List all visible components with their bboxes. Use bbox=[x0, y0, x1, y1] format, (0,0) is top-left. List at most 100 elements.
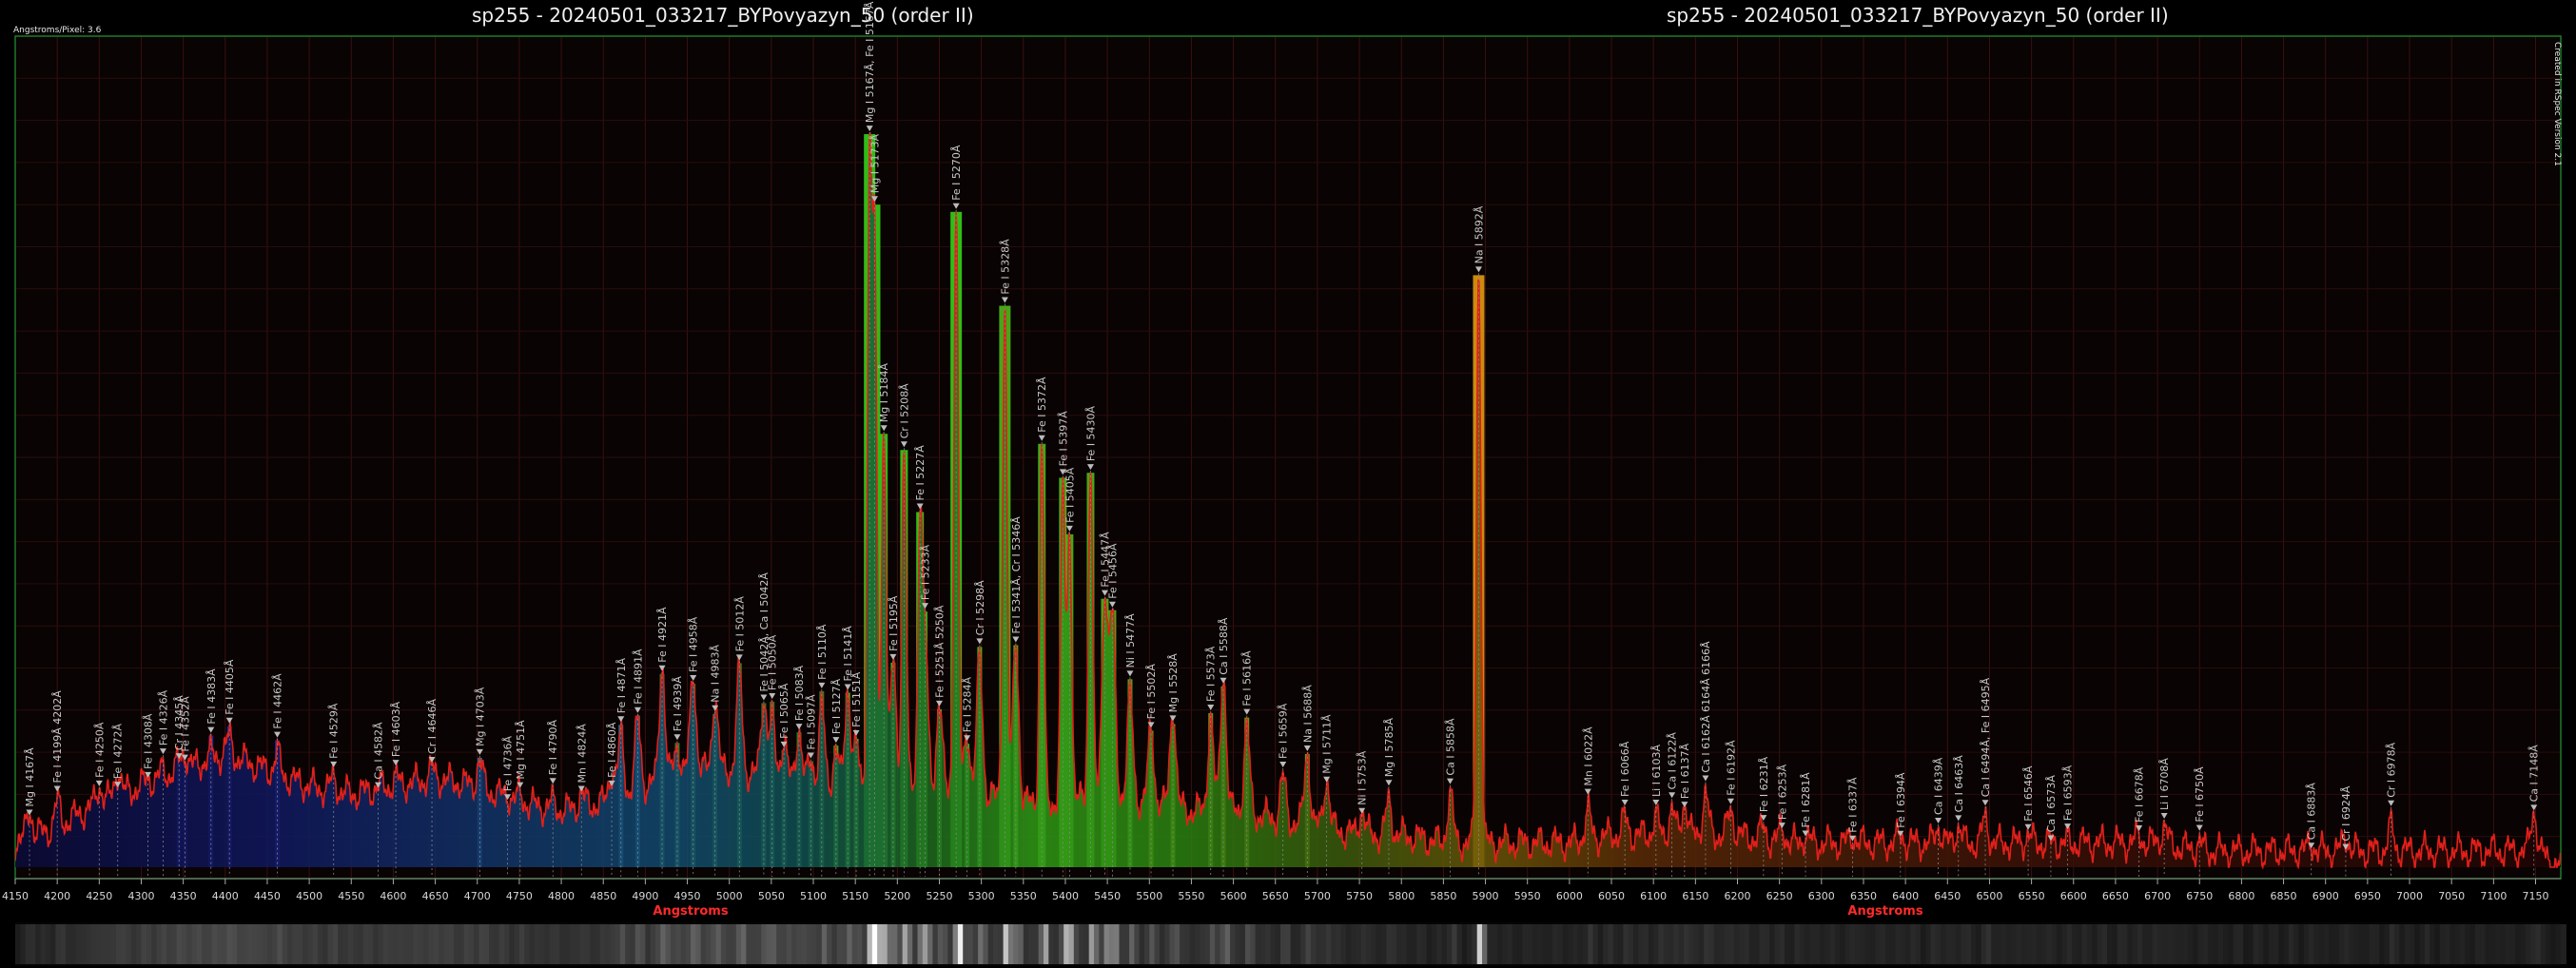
strip-segment bbox=[1789, 924, 1796, 964]
strip-segment bbox=[680, 924, 687, 964]
strip-segment bbox=[1154, 924, 1161, 964]
strip-segment bbox=[45, 924, 51, 964]
strip-segment bbox=[1376, 924, 1382, 964]
strip-segment bbox=[454, 924, 459, 964]
strip-segment bbox=[2213, 924, 2219, 964]
strip-segment bbox=[2121, 924, 2128, 964]
strip-segment bbox=[1880, 924, 1886, 964]
strip-segment bbox=[246, 924, 253, 964]
strip-segment bbox=[1496, 924, 1503, 964]
strip-segment bbox=[741, 924, 747, 964]
strip-segment bbox=[726, 924, 732, 964]
spectral-line-label: Fe I 6281Å bbox=[1800, 772, 1812, 828]
strip-segment bbox=[877, 924, 884, 964]
x-tick-label: 5950 bbox=[1514, 890, 1541, 902]
strip-segment bbox=[2016, 924, 2022, 964]
spectral-line-label: Fe I 4352Å bbox=[179, 696, 191, 752]
strip-segment bbox=[1965, 924, 1972, 964]
strip-segment bbox=[2445, 924, 2451, 964]
x-tick-label: 4350 bbox=[170, 890, 197, 902]
strip-segment bbox=[1068, 924, 1075, 964]
x-tick-label: 5900 bbox=[1473, 890, 1499, 902]
strip-segment bbox=[1119, 924, 1125, 964]
spectral-line-label: Fe I 4860Å bbox=[606, 722, 618, 778]
strip-segment bbox=[1849, 924, 1856, 964]
spectral-line-label: Fe I 4199Å 4202Å bbox=[51, 690, 64, 784]
strip-segment bbox=[957, 924, 964, 964]
strip-segment bbox=[2097, 924, 2103, 964]
spectral-line-label: Fe I 5097Å bbox=[805, 694, 817, 750]
strip-segment bbox=[766, 924, 772, 964]
strip-segment bbox=[1884, 924, 1891, 964]
strip-segment bbox=[101, 924, 107, 964]
strip-segment bbox=[1391, 924, 1397, 964]
strip-segment bbox=[443, 924, 450, 964]
x-tick-label: 6950 bbox=[2354, 890, 2381, 902]
strip-segment bbox=[2243, 924, 2250, 964]
strip-segment bbox=[755, 924, 762, 964]
strip-segment bbox=[2066, 924, 2073, 964]
spectral-line-label: Fe I 4603Å bbox=[390, 701, 402, 757]
strip-segment bbox=[2137, 924, 2143, 964]
x-tick-label: 5300 bbox=[968, 890, 995, 902]
strip-segment bbox=[302, 924, 308, 964]
strip-segment bbox=[1184, 924, 1191, 964]
strip-segment bbox=[1180, 924, 1185, 964]
strip-segment bbox=[1769, 924, 1775, 964]
strip-segment bbox=[751, 924, 757, 964]
strip-segment bbox=[1532, 924, 1538, 964]
strip-segment bbox=[731, 924, 737, 964]
spectral-line-label: Ca I 6122Å bbox=[1667, 732, 1679, 790]
strip-segment bbox=[257, 924, 263, 964]
strip-segment bbox=[2237, 924, 2244, 964]
strip-segment bbox=[483, 924, 490, 964]
x-tick-label: 6400 bbox=[1892, 890, 1919, 902]
strip-segment bbox=[95, 924, 102, 964]
strip-segment bbox=[927, 924, 934, 964]
strip-segment bbox=[176, 924, 183, 964]
strip-segment bbox=[1764, 924, 1770, 964]
strip-segment bbox=[1844, 924, 1851, 964]
strip-segment bbox=[161, 924, 167, 964]
strip-segment bbox=[1623, 924, 1630, 964]
strip-segment bbox=[106, 924, 112, 964]
strip-segment bbox=[1461, 924, 1468, 964]
strip-segment bbox=[266, 924, 273, 964]
strip-segment bbox=[1316, 924, 1322, 964]
strip-segment bbox=[1123, 924, 1130, 964]
strip-segment bbox=[2424, 924, 2430, 964]
strip-segment bbox=[922, 924, 928, 964]
strip-segment bbox=[338, 924, 344, 964]
strip-segment bbox=[25, 924, 31, 964]
strip-segment bbox=[1829, 924, 1836, 964]
spectral-line-label: Mn I 4824Å bbox=[576, 724, 588, 784]
x-tick-label: 5850 bbox=[1430, 890, 1456, 902]
strip-segment bbox=[35, 924, 42, 964]
strip-segment bbox=[2410, 924, 2415, 964]
strip-segment bbox=[720, 924, 727, 964]
strip-segment bbox=[943, 924, 948, 964]
x-tick-label: 5150 bbox=[842, 890, 868, 902]
strip-segment bbox=[2248, 924, 2254, 964]
strip-segment bbox=[242, 924, 248, 964]
strip-segment bbox=[2288, 924, 2294, 964]
strip-segment bbox=[2197, 924, 2204, 964]
x-tick-label: 4900 bbox=[632, 890, 658, 902]
strip-segment bbox=[529, 924, 536, 964]
strip-segment bbox=[307, 924, 314, 964]
spectral-line-label: Fe I 5430Å bbox=[1084, 405, 1097, 461]
strip-segment bbox=[584, 924, 591, 964]
strip-segment bbox=[1930, 924, 1937, 964]
strip-segment bbox=[1149, 924, 1156, 964]
strip-segment bbox=[1416, 924, 1423, 964]
spectral-line-label: Cr I 6978Å bbox=[2386, 742, 2398, 797]
strip-segment bbox=[1663, 924, 1669, 964]
strip-segment bbox=[2112, 924, 2118, 964]
strip-segment bbox=[619, 924, 626, 964]
strip-segment bbox=[711, 924, 717, 964]
spectral-line-label: Ca I 6162Å 6164Å 6166Å bbox=[1700, 641, 1712, 773]
strip-segment bbox=[2414, 924, 2421, 964]
strip-segment bbox=[1834, 924, 1841, 964]
strip-segment bbox=[1270, 924, 1277, 964]
strip-segment bbox=[1395, 924, 1402, 964]
